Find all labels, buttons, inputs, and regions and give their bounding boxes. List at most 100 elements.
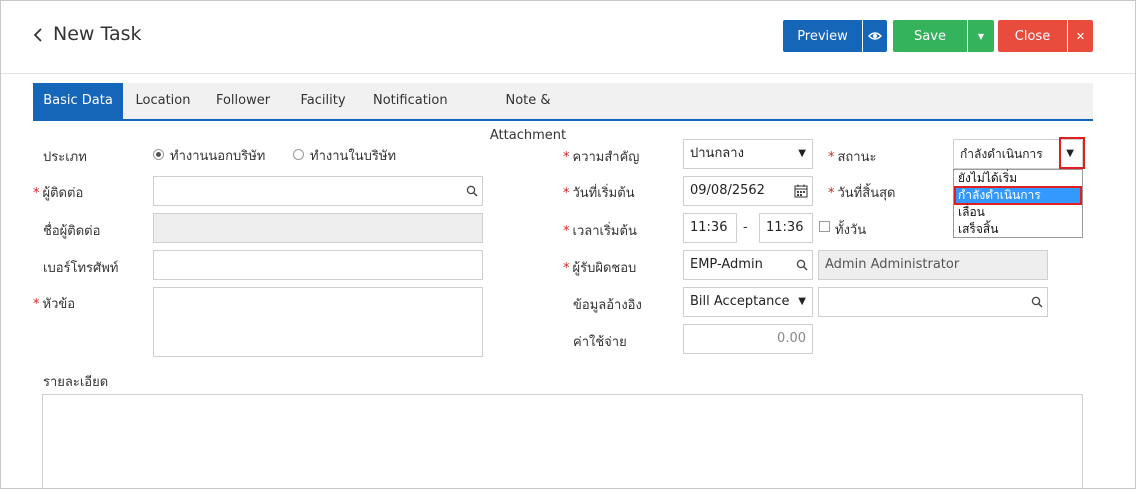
- status-dropdown-list: ยังไม่ได้เริ่ม กำลังดำเนินการ เลื่อน เสร…: [953, 169, 1083, 238]
- start-date-input[interactable]: 09/08/2562: [683, 176, 813, 206]
- status-option-in-progress[interactable]: กำลังดำเนินการ: [954, 186, 1082, 205]
- status-option-postponed[interactable]: เลื่อน: [955, 204, 1081, 221]
- end-time-input[interactable]: 11:36: [759, 213, 813, 243]
- tab-basic-data[interactable]: Basic Data: [33, 83, 123, 119]
- required-asterisk: *: [33, 186, 40, 201]
- radio-inside-company[interactable]: [293, 149, 304, 160]
- tab-label: Follower: [215, 93, 271, 108]
- preview-button[interactable]: Preview: [783, 20, 862, 52]
- end-time-value: 11:36: [766, 220, 804, 235]
- start-time-label: * เวลาเริ่มต้น: [563, 220, 637, 241]
- contact-label: * ผู้ติดต่อ: [33, 182, 83, 203]
- tab-facility[interactable]: Facility: [295, 83, 351, 119]
- status-label: * สถานะ: [828, 146, 876, 167]
- phone-label: เบอร์โทรศัพท์: [43, 261, 119, 276]
- task-form-window: New Task Preview Save ▼ Close ✕ Basic Da…: [0, 0, 1136, 489]
- contact-input[interactable]: [153, 176, 483, 206]
- allday-checkbox[interactable]: [819, 221, 830, 232]
- time-separator: -: [743, 220, 748, 235]
- search-icon[interactable]: [1031, 296, 1043, 308]
- tab-note-attachment[interactable]: Note & Attachment: [469, 83, 587, 143]
- start-time-value: 11:36: [690, 220, 728, 235]
- required-asterisk: *: [563, 150, 570, 165]
- tab-label: Note & Attachment: [489, 93, 567, 143]
- save-button[interactable]: Save: [893, 20, 967, 52]
- status-caret-highlight: [1059, 137, 1085, 169]
- type-label: ประเภท: [43, 150, 87, 165]
- back-arrow-icon[interactable]: [31, 25, 47, 45]
- start-date-value: 09/08/2562: [690, 183, 765, 198]
- expense-field: 0.00: [683, 324, 813, 354]
- contact-name-label: ชื่อผู้ติดต่อ: [43, 224, 101, 239]
- status-value: กำลังดำเนินการ: [960, 147, 1043, 161]
- radio-inside-label: ทำงานในบริษัท: [310, 149, 397, 164]
- tab-label: Facility: [300, 93, 346, 108]
- close-button[interactable]: Close: [998, 20, 1067, 52]
- required-asterisk: *: [563, 224, 570, 239]
- required-asterisk: *: [828, 186, 835, 201]
- save-button-label: Save: [914, 28, 946, 44]
- tab-bar: Basic Data Location Follower Facility No…: [33, 83, 1093, 143]
- required-asterisk: *: [563, 261, 570, 276]
- eye-icon: [868, 32, 882, 40]
- responsible-label-text: ผู้รับผิดชอบ: [572, 261, 637, 276]
- preview-button-label: Preview: [797, 28, 848, 44]
- close-button-label: Close: [1014, 28, 1051, 44]
- reference-select[interactable]: Bill Acceptance ▼: [683, 287, 813, 317]
- detail-textarea[interactable]: [42, 394, 1083, 488]
- subject-label: * หัวข้อ: [33, 293, 75, 314]
- search-icon[interactable]: [466, 185, 478, 197]
- status-label-text: สถานะ: [837, 150, 877, 165]
- detail-label: รายละเอียด: [43, 375, 109, 390]
- responsible-code: EMP-Admin: [690, 257, 763, 272]
- required-asterisk: *: [828, 150, 835, 165]
- header-divider: [1, 73, 1135, 74]
- caret-down-icon: ▼: [977, 31, 985, 41]
- required-asterisk: *: [33, 297, 40, 312]
- end-date-label: * วันที่สิ้นสุด: [828, 182, 895, 203]
- expense-label: ค่าใช้จ่าย: [573, 335, 627, 350]
- phone-input[interactable]: [153, 250, 483, 280]
- reference-label: ข้อมูลอ้างอิง: [573, 298, 642, 313]
- priority-label-text: ความสำคัญ: [572, 150, 640, 165]
- caret-down-icon: ▼: [798, 296, 806, 307]
- preview-eye-button[interactable]: [863, 20, 887, 52]
- radio-outside-label: ทำงานนอกบริษัท: [170, 149, 266, 164]
- calendar-icon[interactable]: [794, 184, 808, 198]
- start-date-label: * วันที่เริ่มต้น: [563, 182, 635, 203]
- page-title: New Task: [53, 23, 142, 45]
- priority-label: * ความสำคัญ: [563, 146, 639, 167]
- radio-outside-company[interactable]: [153, 149, 164, 160]
- contact-label-text: ผู้ติดต่อ: [42, 186, 84, 201]
- reference-value: Bill Acceptance: [690, 294, 790, 309]
- tab-follower[interactable]: Follower: [209, 83, 277, 119]
- responsible-input[interactable]: EMP-Admin: [683, 250, 813, 280]
- priority-value: ปานกลาง: [690, 146, 744, 161]
- save-options-dropdown[interactable]: ▼: [968, 20, 994, 52]
- tab-location[interactable]: Location: [127, 83, 199, 119]
- contact-name-field: [153, 213, 483, 243]
- status-option-completed[interactable]: เสร็จสิ้น: [955, 221, 1081, 238]
- reference-search-input[interactable]: [818, 287, 1048, 317]
- subject-textarea[interactable]: [153, 287, 483, 357]
- caret-down-icon: ▼: [798, 148, 806, 159]
- tab-label: Basic Data: [43, 93, 113, 108]
- allday-label: ทั้งวัน: [835, 223, 867, 238]
- responsible-name-field: Admin Administrator: [818, 250, 1048, 280]
- required-asterisk: *: [563, 186, 570, 201]
- end-date-label-text: วันที่สิ้นสุด: [837, 186, 896, 201]
- tab-label: Location: [135, 93, 191, 108]
- search-icon[interactable]: [796, 259, 808, 271]
- status-option-not-started[interactable]: ยังไม่ได้เริ่ม: [955, 170, 1081, 187]
- start-time-label-text: เวลาเริ่มต้น: [572, 224, 637, 239]
- start-time-input[interactable]: 11:36: [683, 213, 737, 243]
- start-date-label-text: วันที่เริ่มต้น: [572, 186, 635, 201]
- responsible-name: Admin Administrator: [825, 257, 960, 272]
- priority-select[interactable]: ปานกลาง ▼: [683, 139, 813, 169]
- tab-notification[interactable]: Notification: [373, 83, 448, 119]
- expense-value: 0.00: [777, 331, 806, 346]
- subject-label-text: หัวข้อ: [42, 297, 76, 312]
- close-icon: ✕: [1075, 29, 1086, 43]
- responsible-label: * ผู้รับผิดชอบ: [563, 257, 636, 278]
- close-x-button[interactable]: ✕: [1068, 20, 1093, 52]
